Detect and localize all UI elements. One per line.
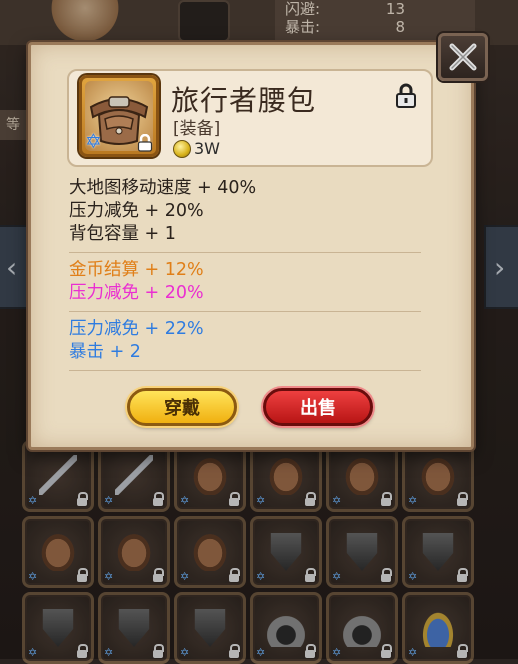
stat-line: 背包容量 + 1: [69, 224, 176, 244]
close-button[interactable]: [438, 33, 488, 81]
stat-line: 金币结算 + 12%: [69, 260, 204, 280]
divider: [69, 370, 421, 371]
item-type: [装备]: [173, 119, 221, 139]
item-name: 旅行者腰包: [171, 84, 317, 117]
stat-line: 压力减免 + 20%: [69, 201, 204, 221]
stat-line: 压力减免 + 20%: [69, 283, 204, 303]
sell-button[interactable]: 出售: [263, 388, 373, 426]
special-stats: 金币结算 + 12% 压力减免 + 20%: [69, 259, 429, 305]
divider: [69, 252, 421, 253]
extra-stats: 压力减免 + 22% 暴击 + 2: [69, 318, 429, 364]
stat-line: 压力减免 + 22%: [69, 319, 204, 339]
item-detail-popup: ✡ 旅行者腰包 [装备] 3W 大地图移动速度 + 40% 压力减免 + 20% 背…: [28, 42, 474, 450]
crossed-swords-icon: [449, 43, 477, 71]
item-header: ✡ 旅行者腰包 [装备] 3W: [67, 69, 433, 167]
item-stats: 大地图移动速度 + 40% 压力减免 + 20% 背包容量 + 1 金币结算 + 1…: [69, 177, 429, 377]
lock-toggle-icon[interactable]: [395, 83, 417, 109]
quality-star-icon: ✡: [85, 129, 102, 153]
stat-line: 大地图移动速度 + 40%: [69, 178, 257, 198]
lock-icon: [137, 134, 153, 152]
item-price: 3W: [173, 139, 220, 158]
item-icon-frame: ✡: [79, 75, 159, 157]
base-stats: 大地图移动速度 + 40% 压力减免 + 20% 背包容量 + 1: [69, 177, 429, 246]
divider: [69, 311, 421, 312]
price-value: 3W: [194, 139, 220, 158]
wear-button[interactable]: 穿戴: [127, 388, 237, 426]
gold-coin-icon: [173, 139, 191, 158]
stat-line: 暴击 + 2: [69, 342, 141, 362]
